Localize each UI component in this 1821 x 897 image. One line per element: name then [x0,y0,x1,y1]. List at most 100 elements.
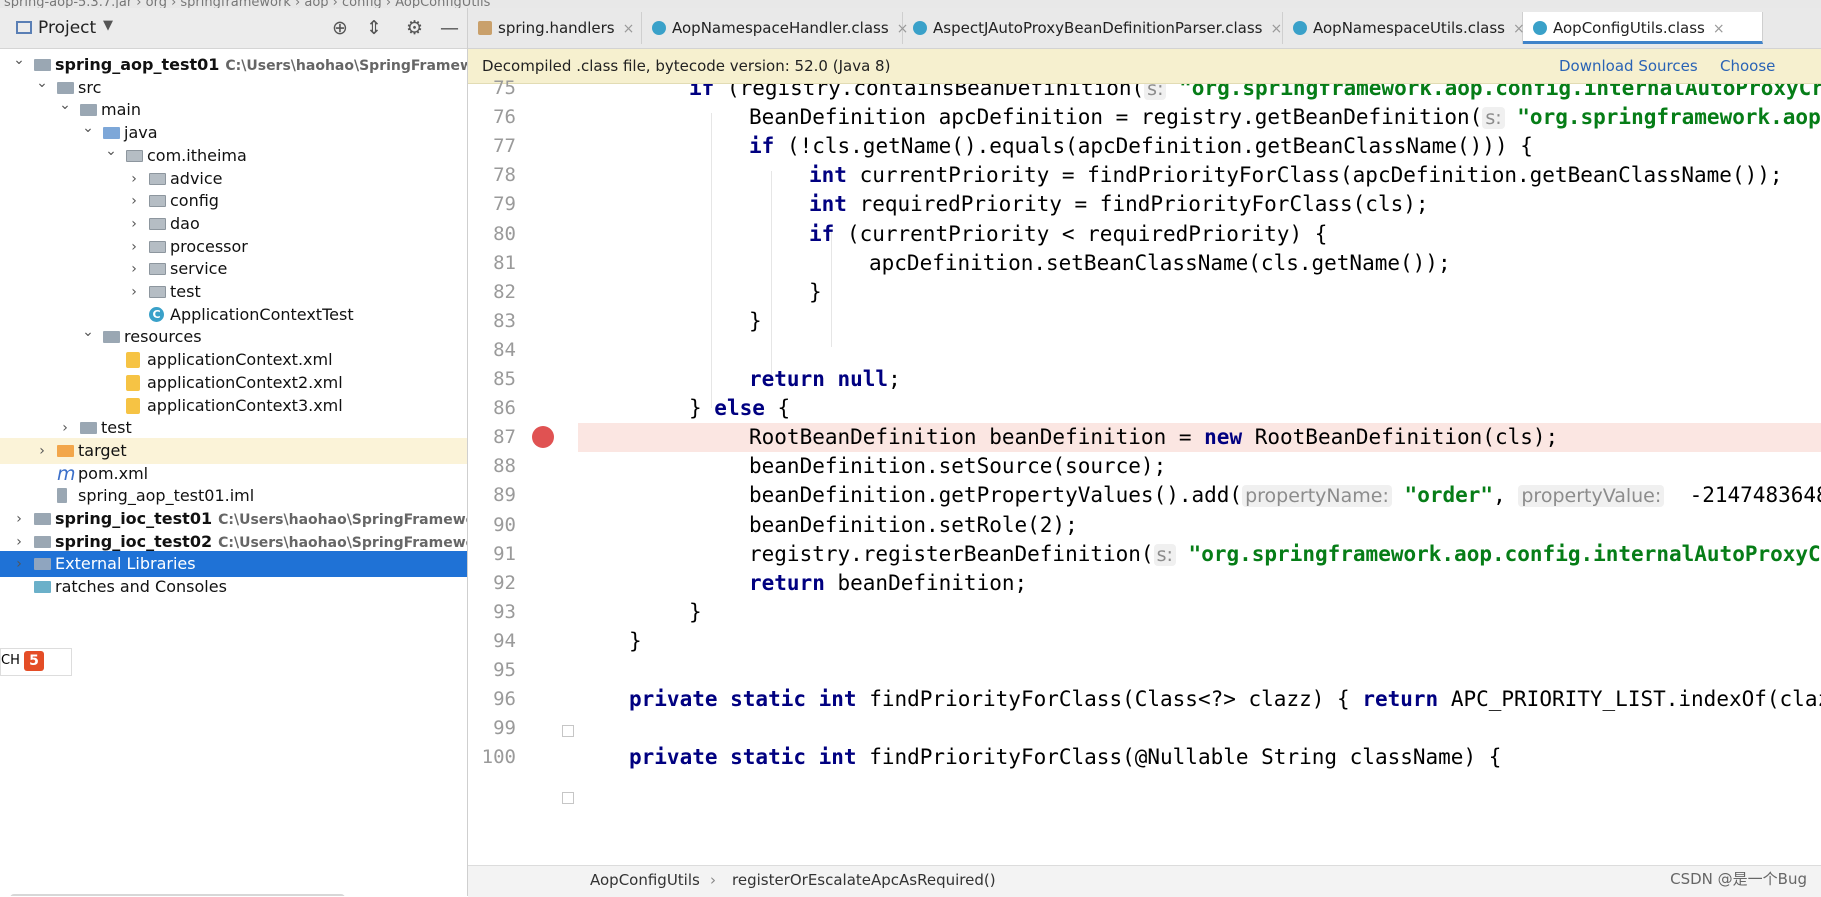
tab-label: AopNamespaceUtils.class [1313,19,1505,37]
tree-item-path: C:\Users\haohao\SpringFramework2023 [225,58,467,74]
tree-item-text: processor [170,236,248,256]
code-text: } [689,396,715,421]
editor-tab[interactable]: AspectJAutoProxyBeanDefinitionParser.cla… [903,12,1283,44]
close-icon[interactable]: × [1270,21,1282,37]
code-text: registry.registerBeanDefinition( [749,541,1154,566]
code-line[interactable]: RootBeanDefinition beanDefinition = new … [578,423,1821,453]
close-icon[interactable]: × [623,21,635,37]
tree-item-text: com.itheima [147,145,247,165]
code-line[interactable]: if (currentPriority < requiredPriority) … [578,220,1821,249]
string-literal: "org.springframework.aop.config.internal… [1188,541,1821,566]
code-line[interactable]: beanDefinition.getPropertyValues().add(p… [578,481,1821,510]
code-editor[interactable]: if (registry.containsBeanDefinition(s: "… [578,84,1821,865]
code-line[interactable]: registry.registerBeanDefinition(s: "org.… [578,540,1821,569]
ime-label: CH [1,653,20,668]
breadcrumb-method[interactable]: registerOrEscalateApcAsRequired() [732,866,996,895]
line-number: 86 [493,397,516,420]
top-breadcrumb-bar: spring-aop-5.3.7.jar › org › springframe… [0,0,1821,8]
tree-item-text: External Libraries [55,554,196,574]
chevron-down-icon[interactable]: ▼ [103,18,113,33]
fold-icon[interactable] [562,792,574,804]
code-line[interactable]: beanDefinition.setSource(source); [578,452,1821,481]
code-text: beanDefinition.setSource(source); [749,454,1167,479]
editor-tab[interactable]: AopNamespaceUtils.class × [1283,12,1525,44]
tree-item-text: spring_aop_test01 [55,55,220,74]
scratches-icon [34,581,51,594]
code-line[interactable]: return beanDefinition; [578,569,1821,598]
code-line[interactable]: } [578,598,1821,627]
chevron-down-icon[interactable]: ⌄ [81,115,95,141]
code-line[interactable]: } else { [578,394,1821,423]
code-line[interactable]: if (!cls.getName().equals(apcDefinition.… [578,132,1821,161]
code-line[interactable]: } [578,278,1821,307]
code-text: apcDefinition.setBeanClassName(cls.getNa… [869,250,1451,275]
editor-tab[interactable]: AopNamespaceHandler.class × [642,12,908,44]
line-number: 78 [493,164,516,187]
code-line[interactable]: return null; [578,365,1821,394]
locate-icon[interactable]: ⊕ [332,17,348,39]
chevron-down-icon[interactable]: ⌄ [12,47,26,73]
code-line[interactable]: private static int findPriorityForClass(… [578,685,1821,714]
code-line[interactable] [578,336,1821,365]
code-line[interactable]: } [578,307,1821,336]
chevron-down-icon[interactable]: ⌄ [35,70,49,96]
code-line[interactable] [578,656,1821,685]
editor-tab[interactable]: AopConfigUtils.class × [1523,12,1763,44]
tree-item[interactable]: ratches and Consoles [0,574,467,600]
module-icon [34,513,51,525]
breakpoint-icon[interactable] [532,426,554,449]
tree-item-text: resources [124,327,202,347]
decompiled-banner: Decompiled .class file, bytecode version… [468,49,1821,109]
editor-tab[interactable]: spring.handlers × [468,12,642,44]
editor-gutter[interactable]: 75 76 77 78 79 80 81 82 83 84 85 86 87 88 89 90 91 92 93 94… [468,77,578,865]
fold-icon[interactable] [562,725,574,737]
tree-item-text: ApplicationContextTest [170,304,354,324]
keyword: return [749,570,825,595]
line-number: 99 [493,717,516,740]
code-text: } [629,628,642,653]
code-line[interactable]: } [578,627,1821,656]
tree-item-label: ratches and Consoles [55,574,227,600]
line-number: 82 [493,280,516,303]
download-sources-link[interactable]: Download Sources [1559,49,1698,83]
library-icon [34,558,51,571]
line-number: 83 [493,309,516,332]
tree-item-text: target [78,440,127,460]
code-line[interactable]: if (registry.containsBeanDefinition(s: "… [578,84,1821,103]
tab-label: AopNamespaceHandler.class [672,19,889,37]
line-number: 84 [493,338,516,361]
code-line[interactable]: apcDefinition.setBeanClassName(cls.getNa… [578,249,1821,278]
collapse-all-icon[interactable]: ⇕ [366,17,382,39]
code-line[interactable]: int currentPriority = findPriorityForCla… [578,161,1821,190]
code-line[interactable]: BeanDefinition apcDefinition = registry.… [578,103,1821,132]
code-line[interactable]: int requiredPriority = findPriorityForCl… [578,190,1821,219]
line-number: 100 [481,746,516,769]
project-panel-title[interactable]: Project [38,18,96,38]
code-text: beanDefinition.setRole(2); [749,512,1078,537]
keyword: private static int [629,687,857,712]
close-icon[interactable]: × [1713,21,1725,37]
code-line[interactable]: private static int findPriorityForClass(… [578,743,1821,772]
code-text: { [764,396,791,421]
code-text: } [689,599,702,624]
chevron-down-icon[interactable]: ⌄ [104,138,118,164]
code-text: requiredPriority = findPriorityForClass(… [846,192,1429,217]
breadcrumb-class[interactable]: AopConfigUtils [590,866,700,895]
tree-item-text: spring_aop_test01.iml [78,486,255,506]
chevron-down-icon[interactable]: ⌄ [81,319,95,345]
code-text: APC_PRIORITY_LIST.indexOf(clazz); } [1450,687,1821,712]
gear-icon[interactable]: ⚙ [406,17,423,39]
line-number: 93 [493,600,516,623]
code-line[interactable]: beanDefinition.setRole(2); [578,511,1821,540]
code-text: RootBeanDefinition(cls); [1242,425,1559,450]
line-number: 87 [493,426,516,449]
code-text: , [1493,483,1519,508]
keyword: new [1204,425,1243,450]
line-number: 79 [493,193,516,216]
tree-item-text: config [170,191,219,211]
ime-widget[interactable]: CH 5 [0,648,72,676]
code-line[interactable] [578,714,1821,743]
string-literal: "org.springframework.aop.config.internal… [1179,84,1821,100]
chevron-down-icon[interactable]: ⌄ [58,92,72,118]
hide-icon[interactable]: — [440,17,459,39]
